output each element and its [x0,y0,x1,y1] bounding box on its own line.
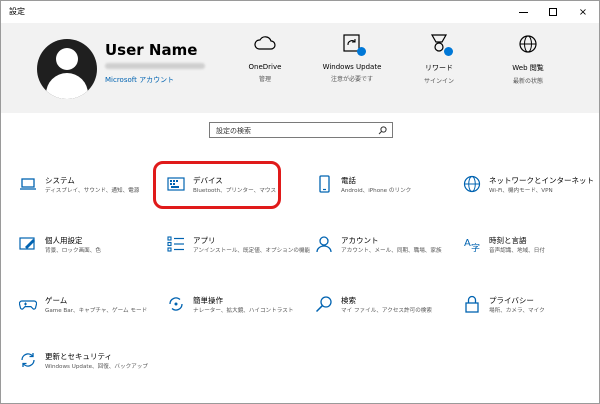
laptop-icon [20,178,36,190]
category-network[interactable]: ネットワークとインターネット Wi-Fi、機内モード、VPN [463,173,599,213]
quick-action-rewards[interactable]: リワード サインイン [394,33,484,85]
category-search[interactable]: 検索 マイ ファイル、アクセス許可の検索 [315,293,455,333]
highlight-box [153,161,281,209]
category-description: ナレーター、拡大鏡、ハイコントラスト [193,308,294,314]
quick-action-label: Web 閲覧 [512,64,544,72]
quick-action-sub: 注意が必要です [330,76,373,83]
category-phone[interactable]: 電話 Android、iPhone のリンク [315,173,455,213]
time-language-icon: A字 [464,238,480,253]
search-placeholder: 設定の検索 [216,127,251,135]
ease-of-access-icon [169,297,183,311]
apps-icon [167,236,184,252]
category-name: アカウント [341,236,379,245]
gamepad-icon [19,300,37,310]
svg-text:A: A [464,238,471,249]
globe-icon [516,33,540,55]
update-icon [340,33,366,56]
globe-icon [463,175,481,193]
quick-action-label: OneDrive [248,63,282,71]
category-description: 背景、ロック画面、色 [45,248,101,254]
quick-action-sub: サインイン [423,78,454,85]
maximize-icon [549,8,557,16]
minimize-icon [518,11,528,13]
avatar [37,39,97,99]
quick-action-sub: 最新の状態 [512,78,543,85]
cloud-icon [253,33,277,55]
category-accounts[interactable]: アカウント アカウント、メール、同期、職場、家族 [315,233,455,273]
attention-dot [357,47,366,56]
title-bar: 設定 × [1,1,599,23]
category-description: Android、iPhone のリンク [341,188,412,194]
category-name: アプリ [193,236,216,245]
quick-action-onedrive[interactable]: OneDrive 管理 [220,33,310,83]
category-privacy[interactable]: プライバシー 場所、カメラ、マイク [463,293,599,333]
phone-icon [319,175,330,193]
search-icon [378,126,387,135]
category-description: 音声認識、地域、日付 [489,248,545,254]
category-description: アンインストール、既定値、オプションの機能 [193,248,311,254]
rewards-icon [427,33,453,56]
user-name: User Name [105,41,198,59]
quick-action-label: リワード [425,64,453,72]
category-description: 場所、カメラ、マイク [489,308,545,314]
category-name: 時刻と言語 [489,236,527,245]
category-name: ネットワークとインターネット [489,176,594,185]
category-update-security[interactable]: 更新とセキュリティ Windows Update、回復、バックアップ [19,349,159,389]
quick-action-windows-update[interactable]: Windows Update 注意が必要です [307,33,397,83]
window-title: 設定 [9,7,25,16]
category-name: システム [45,176,75,185]
quick-action-label: Windows Update [322,63,382,71]
category-personalization[interactable]: 個人用設定 背景、ロック画面、色 [19,233,159,273]
settings-window: 設定 × User Name Microsoft アカウント OneDrive … [0,0,600,404]
category-name: プライバシー [489,296,534,305]
close-button[interactable]: × [568,1,598,23]
lock-icon [465,295,479,313]
category-description: アカウント、メール、同期、職場、家族 [341,248,442,254]
category-apps[interactable]: アプリ アンインストール、既定値、オプションの機能 [167,233,310,273]
maximize-button[interactable] [538,1,568,23]
user-email-blurred [105,63,205,69]
attention-dot [444,47,453,56]
category-description: ディスプレイ、サウンド、通知、電源 [45,188,140,194]
category-system[interactable]: システム ディスプレイ、サウンド、通知、電源 [19,173,159,213]
account-header: User Name Microsoft アカウント OneDrive 管理 Wi… [1,23,599,113]
category-description: Windows Update、回復、バックアップ [45,364,148,370]
personalization-icon [19,237,35,250]
category-name: 個人用設定 [45,236,83,245]
category-name: 簡単操作 [193,296,223,305]
minimize-button[interactable] [508,1,538,23]
search-icon [315,296,332,313]
category-description: Game Bar、キャプチャ、ゲーム モード [45,308,148,314]
category-name: ゲーム [45,296,68,305]
category-name: 検索 [341,296,356,305]
category-name: 更新とセキュリティ [45,352,113,361]
category-time-language[interactable]: A字 時刻と言語 音声認識、地域、日付 [463,233,599,273]
person-icon [316,236,332,253]
category-description: マイ ファイル、アクセス許可の検索 [341,308,432,314]
quick-action-sub: 管理 [258,76,271,83]
category-ease-of-access[interactable]: 簡単操作 ナレーター、拡大鏡、ハイコントラスト [167,293,307,333]
microsoft-account-link[interactable]: Microsoft アカウント [105,75,174,85]
category-name: 電話 [341,176,356,185]
quick-action-web-browsing[interactable]: Web 閲覧 最新の状態 [483,33,573,85]
avatar-body-shape [46,73,88,99]
settings-search-input[interactable]: 設定の検索 [209,122,393,138]
avatar-head-shape [56,48,78,70]
category-gaming[interactable]: ゲーム Game Bar、キャプチャ、ゲーム モード [19,293,159,333]
sync-icon [21,353,35,367]
svg-text:字: 字 [471,242,480,253]
category-description: Wi-Fi、機内モード、VPN [489,188,553,194]
